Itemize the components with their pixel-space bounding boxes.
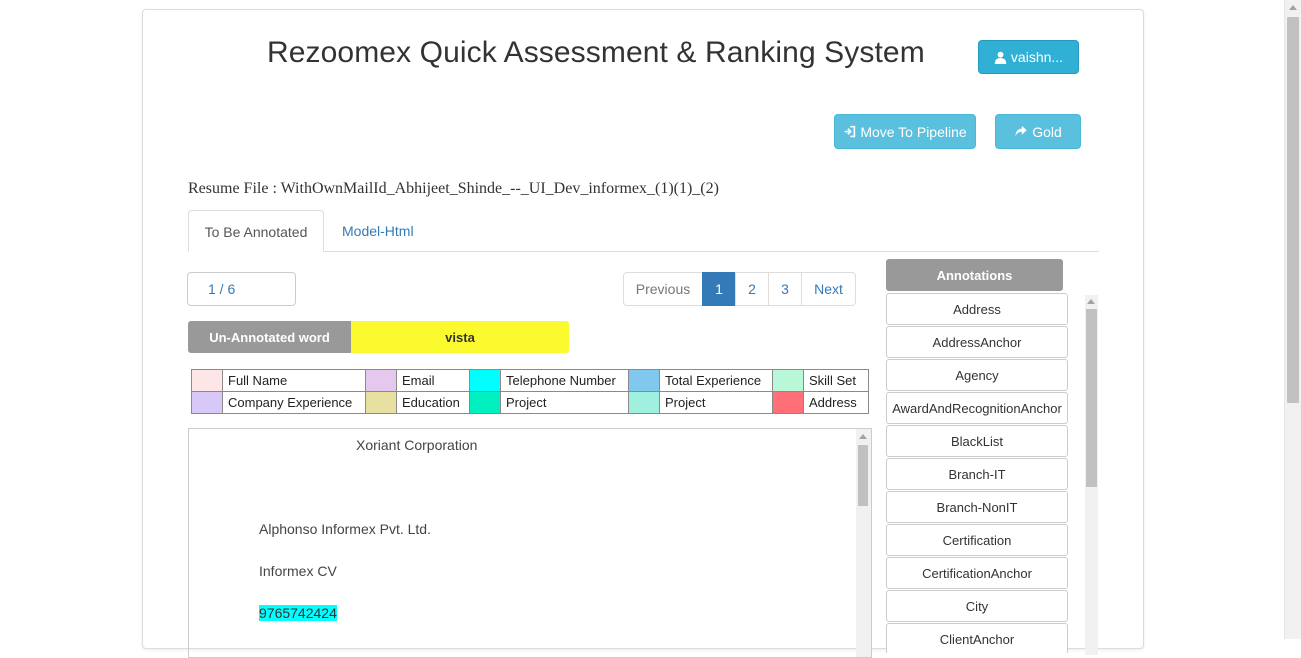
resume-file-name: Resume File : WithOwnMailId_Abhijeet_Shi… bbox=[188, 180, 719, 197]
legend-swatch bbox=[469, 391, 501, 414]
legend-label: Total Experience bbox=[659, 369, 773, 392]
user-icon bbox=[994, 51, 1007, 64]
pagination-page-3[interactable]: 3 bbox=[768, 272, 802, 306]
move-to-pipeline-label: Move To Pipeline bbox=[860, 123, 967, 140]
legend-swatch bbox=[191, 369, 223, 392]
annotation-item-clientanchor[interactable]: ClientAnchor bbox=[886, 623, 1068, 653]
annotations-list: Address AddressAnchor Agency AwardAndRec… bbox=[886, 293, 1068, 653]
pagination-previous[interactable]: Previous bbox=[623, 272, 703, 306]
annotations-scroll-thumb[interactable] bbox=[1086, 309, 1097, 487]
telephone-highlight[interactable]: 9765742424 bbox=[259, 605, 337, 621]
annotation-item-city[interactable]: City bbox=[886, 590, 1068, 622]
legend-label: Full Name bbox=[222, 369, 366, 392]
annotation-item-awardandrecognitionanchor[interactable]: AwardAndRecognitionAnchor bbox=[886, 392, 1068, 424]
scroll-up-arrow-icon[interactable] bbox=[1087, 299, 1095, 304]
annotation-item-branch-nonit[interactable]: Branch-NonIT bbox=[886, 491, 1068, 523]
main-panel: Rezoomex Quick Assessment & Ranking Syst… bbox=[142, 9, 1144, 658]
annotation-item-certification[interactable]: Certification bbox=[886, 524, 1068, 556]
pagination: Previous 1 2 3 Next bbox=[623, 272, 856, 306]
legend-label: Project bbox=[659, 391, 773, 414]
legend-label: Education bbox=[396, 391, 470, 414]
document-scrollbar[interactable] bbox=[856, 429, 871, 657]
annotation-item-certificationanchor[interactable]: CertificationAnchor bbox=[886, 557, 1068, 589]
legend-swatch bbox=[191, 391, 223, 414]
gold-label: Gold bbox=[1032, 123, 1062, 140]
annotation-item-addressanchor[interactable]: AddressAnchor bbox=[886, 326, 1068, 358]
legend-swatch bbox=[628, 391, 660, 414]
legend-label: Address bbox=[803, 391, 869, 414]
unannotated-word-value: vista bbox=[351, 321, 569, 353]
document-line: Alphonso Informex Pvt. Ltd. bbox=[259, 521, 431, 537]
legend-label: Company Experience bbox=[222, 391, 366, 414]
legend-label: Skill Set bbox=[803, 369, 869, 392]
page-scrollbar[interactable] bbox=[1284, 0, 1301, 639]
annotation-item-branch-it[interactable]: Branch-IT bbox=[886, 458, 1068, 490]
document-line: Informex CV bbox=[259, 563, 337, 579]
annotation-item-agency[interactable]: Agency bbox=[886, 359, 1068, 391]
tab-bar: To Be Annotated Model-Html bbox=[188, 210, 1099, 252]
legend-row: Full Name Email Telephone Number Total E… bbox=[191, 369, 869, 392]
page-scroll-thumb[interactable] bbox=[1287, 17, 1299, 403]
annotations-header: Annotations bbox=[886, 259, 1063, 291]
annotations-scrollbar[interactable] bbox=[1085, 295, 1098, 655]
scroll-up-arrow-icon[interactable] bbox=[1289, 5, 1297, 10]
entity-color-legend: Full Name Email Telephone Number Total E… bbox=[191, 369, 869, 414]
tab-model-html[interactable]: Model-Html bbox=[326, 210, 430, 252]
legend-swatch bbox=[469, 369, 501, 392]
legend-label: Telephone Number bbox=[500, 369, 629, 392]
document-line: Xoriant Corporation bbox=[356, 437, 478, 453]
document-scroll-thumb[interactable] bbox=[858, 445, 868, 506]
annotation-item-blacklist[interactable]: BlackList bbox=[886, 425, 1068, 457]
legend-swatch bbox=[365, 391, 397, 414]
document-line-telephone[interactable]: 9765742424 bbox=[259, 605, 337, 621]
legend-swatch bbox=[772, 369, 804, 392]
legend-row: Company Experience Education Project Pro… bbox=[191, 391, 869, 414]
scroll-up-arrow-icon[interactable] bbox=[859, 434, 867, 439]
legend-swatch bbox=[772, 391, 804, 414]
tab-to-be-annotated[interactable]: To Be Annotated bbox=[188, 210, 324, 252]
legend-label: Project bbox=[500, 391, 629, 414]
app-title: Rezoomex Quick Assessment & Ranking Syst… bbox=[267, 36, 925, 69]
page-counter: 1 / 6 bbox=[187, 272, 296, 306]
gold-button[interactable]: Gold bbox=[995, 114, 1081, 149]
pagination-page-2[interactable]: 2 bbox=[735, 272, 769, 306]
move-to-pipeline-button[interactable]: Move To Pipeline bbox=[834, 114, 976, 149]
pagination-page-1[interactable]: 1 bbox=[702, 272, 736, 306]
user-menu-button[interactable]: vaishn... bbox=[978, 40, 1079, 74]
sign-in-icon bbox=[844, 125, 856, 138]
legend-label: Email bbox=[396, 369, 470, 392]
pagination-next[interactable]: Next bbox=[801, 272, 856, 306]
share-icon bbox=[1015, 125, 1027, 137]
annotation-item-address[interactable]: Address bbox=[886, 293, 1068, 325]
unannotated-word-label: Un-Annotated word bbox=[188, 321, 351, 353]
legend-swatch bbox=[365, 369, 397, 392]
legend-swatch bbox=[628, 369, 660, 392]
resume-document-viewer[interactable]: Xoriant Corporation Alphonso Informex Pv… bbox=[188, 428, 872, 658]
user-name: vaishn... bbox=[1010, 49, 1064, 65]
